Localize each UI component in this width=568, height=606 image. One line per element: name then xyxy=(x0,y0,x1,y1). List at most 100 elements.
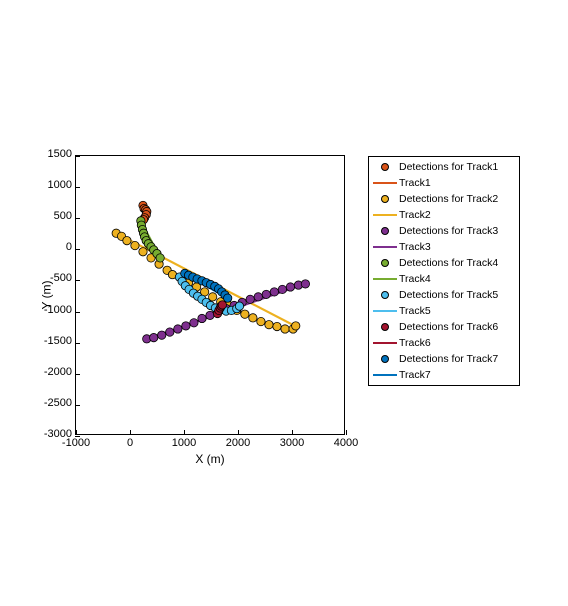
ytick-mark xyxy=(75,156,80,157)
legend-marker-icon xyxy=(371,195,399,203)
xtick-mark xyxy=(346,430,347,435)
detection-marker xyxy=(262,290,270,298)
detection-marker xyxy=(131,241,139,249)
xtick-label: 0 xyxy=(127,437,133,449)
detection-marker xyxy=(206,311,214,319)
legend-item: Track1 xyxy=(371,175,517,191)
detection-marker xyxy=(270,288,278,296)
legend-item: Track7 xyxy=(371,367,517,383)
detection-marker xyxy=(139,248,147,256)
legend-label: Detections for Track6 xyxy=(399,321,517,333)
legend-label: Detections for Track5 xyxy=(399,289,517,301)
legend-marker-icon xyxy=(371,323,399,331)
detection-marker xyxy=(224,294,232,302)
detection-marker xyxy=(246,295,254,303)
xtick-label: 2000 xyxy=(226,437,250,449)
legend-item: Detections for Track4 xyxy=(371,255,517,271)
detection-marker xyxy=(174,325,182,333)
detection-marker xyxy=(292,322,300,330)
detection-marker xyxy=(249,314,257,322)
detection-marker xyxy=(158,331,166,339)
xtick-label: 3000 xyxy=(280,437,304,449)
axes: -100001000200030004000 -3000-2500-2000-1… xyxy=(75,155,345,435)
legend-marker-icon xyxy=(371,291,399,299)
figure: -100001000200030004000 -3000-2500-2000-1… xyxy=(0,0,568,606)
legend-line-icon xyxy=(371,182,399,184)
legend-item: Track4 xyxy=(371,271,517,287)
legend-item: Detections for Track1 xyxy=(371,159,517,175)
ytick-mark xyxy=(75,312,80,313)
legend-label: Detections for Track4 xyxy=(399,257,517,269)
legend-item: Track5 xyxy=(371,303,517,319)
x-axis-label: X (m) xyxy=(195,452,224,466)
ytick-label: 500 xyxy=(54,210,72,222)
legend-label: Detections for Track2 xyxy=(399,193,517,205)
detection-marker xyxy=(198,314,206,322)
detection-marker xyxy=(254,293,262,301)
detection-marker xyxy=(235,302,243,310)
ytick-label: -1500 xyxy=(44,335,72,347)
legend-label: Detections for Track3 xyxy=(399,225,517,237)
ytick-mark xyxy=(75,280,80,281)
detection-marker xyxy=(123,236,131,244)
ytick-label: -2500 xyxy=(44,397,72,409)
xtick-mark xyxy=(184,430,185,435)
legend-label: Track3 xyxy=(399,241,517,253)
detection-marker xyxy=(257,317,265,325)
legend-label: Detections for Track1 xyxy=(399,161,517,173)
legend-item: Detections for Track7 xyxy=(371,351,517,367)
detection-marker xyxy=(150,333,158,341)
legend-marker-icon xyxy=(371,227,399,235)
ytick-mark xyxy=(75,436,80,437)
legend-item: Detections for Track6 xyxy=(371,319,517,335)
legend-marker-icon xyxy=(371,259,399,267)
xtick-label: 1000 xyxy=(172,437,196,449)
detection-marker xyxy=(218,301,226,309)
detection-marker xyxy=(286,283,294,291)
legend-line-icon xyxy=(371,342,399,344)
legend-item: Track2 xyxy=(371,207,517,223)
legend-label: Track4 xyxy=(399,273,517,285)
legend-marker-icon xyxy=(371,163,399,171)
legend-marker-icon xyxy=(371,355,399,363)
xtick-mark xyxy=(292,430,293,435)
ytick-mark xyxy=(75,374,80,375)
y-axis-label: Y (m) xyxy=(40,280,54,309)
legend-item: Detections for Track5 xyxy=(371,287,517,303)
xtick-mark xyxy=(76,430,77,435)
legend-label: Track5 xyxy=(399,305,517,317)
detection-marker xyxy=(190,319,198,327)
detection-marker xyxy=(182,322,190,330)
ytick-label: 1500 xyxy=(48,148,72,160)
detection-marker xyxy=(278,285,286,293)
xtick-mark xyxy=(238,430,239,435)
detection-marker xyxy=(273,322,281,330)
legend-line-icon xyxy=(371,278,399,280)
legend: Detections for Track1 Track1 Detections fo… xyxy=(368,156,520,386)
legend-line-icon xyxy=(371,214,399,216)
legend-item: Detections for Track3 xyxy=(371,223,517,239)
detection-marker xyxy=(166,328,174,336)
detection-marker xyxy=(301,280,309,288)
plot-svg xyxy=(76,156,344,434)
legend-item: Track3 xyxy=(371,239,517,255)
legend-line-icon xyxy=(371,374,399,376)
legend-item: Track6 xyxy=(371,335,517,351)
legend-label: Track1 xyxy=(399,177,517,189)
detection-marker xyxy=(241,310,249,318)
xtick-mark xyxy=(130,430,131,435)
ytick-label: 0 xyxy=(66,241,72,253)
ytick-label: 1000 xyxy=(48,179,72,191)
legend-label: Track2 xyxy=(399,209,517,221)
ytick-mark xyxy=(75,218,80,219)
detection-marker xyxy=(265,320,273,328)
legend-label: Detections for Track7 xyxy=(399,353,517,365)
detection-marker xyxy=(281,325,289,333)
ytick-mark xyxy=(75,343,80,344)
ytick-mark xyxy=(75,249,80,250)
legend-label: Track6 xyxy=(399,337,517,349)
legend-item: Detections for Track2 xyxy=(371,191,517,207)
xtick-label: 4000 xyxy=(334,437,358,449)
ytick-label: -2000 xyxy=(44,366,72,378)
ytick-mark xyxy=(75,187,80,188)
